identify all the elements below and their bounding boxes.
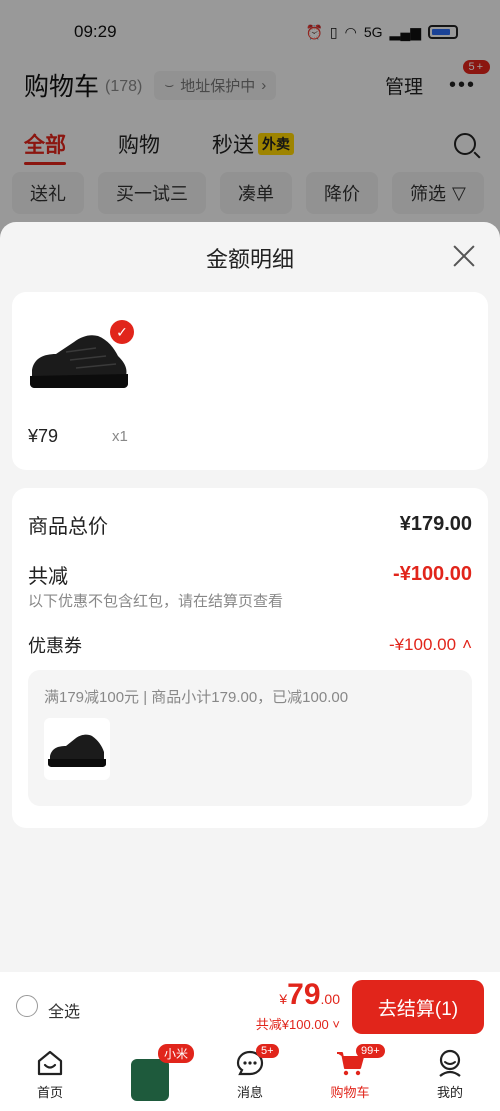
home-icon	[37, 1050, 63, 1076]
sheet-title: 金额明细	[205, 247, 294, 272]
coupon-detail-box: 满179减100元 | 商品小计179.00，已减100.00	[28, 670, 472, 806]
select-all-label[interactable]: 全选	[48, 998, 80, 1022]
tabbar-cart[interactable]: 99+ 购物车	[300, 1042, 400, 1111]
product-quantity: x1	[112, 428, 128, 445]
tabbar-home-label: 首页	[36, 1085, 63, 1100]
total-value: ¥179.00	[399, 513, 472, 535]
tabbar-messages-label: 消息	[236, 1085, 263, 1100]
select-all-radio[interactable]	[16, 995, 38, 1017]
discount-note: 以下优惠不包含红包，请在结算页查看	[28, 593, 284, 610]
checkout-bar: 全选 ¥79.00 共减¥100.00 ˅ 去结算(1)	[0, 972, 500, 1042]
checkout-amount: ¥79.00	[256, 978, 340, 1012]
cart-badge: 99+	[356, 1044, 385, 1058]
total-row: 商品总价 ¥179.00	[28, 510, 472, 539]
coupon-detail-text: 满179减100元 | 商品小计179.00，已减100.00	[44, 689, 349, 706]
discount-row: 共减 -¥100.00	[28, 560, 472, 589]
product-price: ¥79	[28, 426, 59, 446]
close-icon[interactable]	[452, 244, 476, 268]
tabbar-profile[interactable]: 我的	[400, 1042, 500, 1111]
xiaomi-phone-image	[131, 1059, 169, 1101]
checkout-saved[interactable]: 共减¥100.00 ˅	[256, 1014, 340, 1033]
checkout-button[interactable]: 去结算(1)	[352, 980, 484, 1034]
messages-badge: 5+	[256, 1044, 279, 1058]
coupon-value-group: -¥100.00 ˄	[389, 635, 472, 655]
checkout-saved-text: 共减¥100.00	[255, 1017, 329, 1032]
tabbar-profile-label: 我的	[436, 1085, 463, 1100]
discount-label: 共减	[28, 566, 68, 588]
tabbar-home[interactable]: 首页	[0, 1042, 100, 1111]
profile-icon	[439, 1049, 461, 1077]
price-summary-card: 商品总价 ¥179.00 共减 -¥100.00 以下优惠不包含红包，请在结算页…	[12, 488, 488, 828]
checkout-amount-dec: .00	[320, 991, 340, 1007]
checkout-currency: ¥	[279, 991, 288, 1007]
coupon-sneaker-thumbnail	[44, 718, 110, 780]
tabbar-cart-label: 购物车	[330, 1085, 370, 1100]
coupon-label: 优惠券	[28, 636, 82, 656]
coupon-row[interactable]: 优惠券 -¥100.00 ˄	[28, 632, 472, 658]
xiaomi-badge: 小米	[158, 1044, 195, 1063]
chevron-down-icon: ˅	[332, 1017, 340, 1032]
tabbar-messages[interactable]: 5+ 消息	[200, 1042, 300, 1111]
checkout-amount-int: 79	[287, 978, 321, 1011]
tabbar-xiaomi-promo[interactable]: 小米	[100, 1042, 200, 1111]
selected-check-icon[interactable]: ✓	[110, 320, 134, 344]
coupon-value: -¥100.00	[388, 635, 457, 654]
amount-detail-sheet: 金额明细 ✓ ¥79 x1 商品总价 ¥179.00 共减 -¥100.00 以…	[0, 222, 500, 972]
checkout-total: ¥79.00 共减¥100.00 ˅	[256, 978, 340, 1033]
product-card: ✓ ¥79 x1	[12, 292, 488, 470]
total-label: 商品总价	[28, 516, 108, 538]
discount-value: -¥100.00	[393, 563, 472, 585]
bottom-tab-bar: 首页 小米 5+ 消息 99+ 购物车 我的	[0, 1042, 500, 1111]
chevron-up-icon: ˄	[462, 635, 472, 654]
